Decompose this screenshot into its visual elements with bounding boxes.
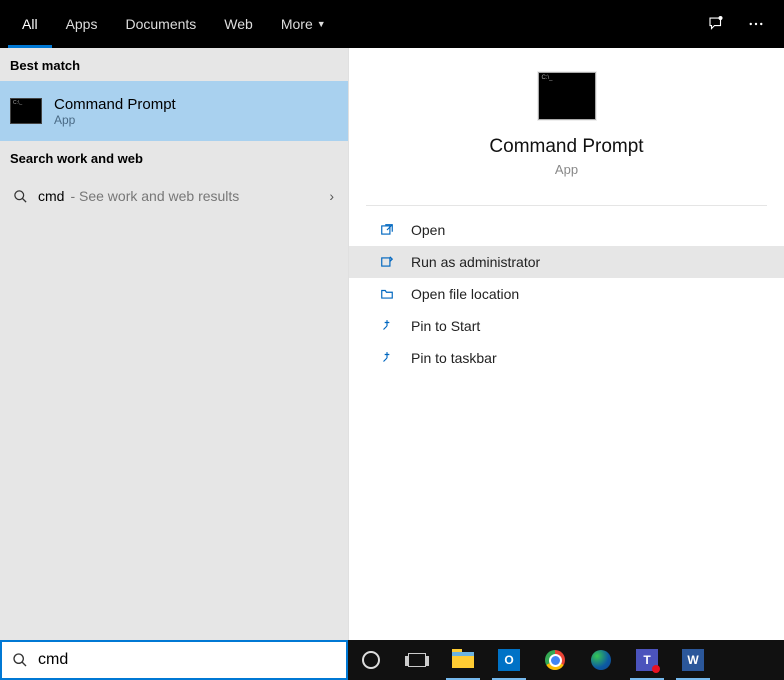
tab-label: Documents [125,16,196,32]
preview-panel: C:\_ Command Prompt App Open Run as admi… [348,48,784,640]
start-search-window: All Apps Documents Web More ▼ Best match… [0,0,784,680]
tab-documents[interactable]: Documents [111,0,210,48]
action-pin-to-taskbar[interactable]: Pin to taskbar [349,342,784,374]
search-filter-tabbar: All Apps Documents Web More ▼ [0,0,784,48]
word-icon: W [682,649,704,671]
results-panel: Best match C:\_ Command Prompt App Searc… [0,48,348,640]
outlook-icon: O [498,649,520,671]
taskview-icon [408,653,426,667]
search-input[interactable] [38,651,338,669]
edge-icon [591,650,611,670]
best-match-header: Best match [0,48,348,81]
tab-apps[interactable]: Apps [52,0,112,48]
search-icon [10,652,30,668]
folder-icon [379,286,395,302]
best-match-result[interactable]: C:\_ Command Prompt App [0,81,348,141]
search-icon [10,189,30,204]
action-label: Pin to Start [411,318,480,334]
more-options-icon[interactable] [736,0,776,48]
action-run-as-admin[interactable]: Run as administrator [349,246,784,278]
divider [366,205,766,206]
web-desc: - See work and web results [70,188,239,204]
action-label: Pin to taskbar [411,350,497,366]
work-web-header: Search work and web [0,141,348,174]
bottom-row: O T W [0,640,784,680]
preview-subtitle: App [555,162,578,177]
feedback-icon[interactable] [696,0,736,48]
tab-label: Web [224,16,253,32]
open-icon [379,222,395,238]
file-explorer-button[interactable] [440,640,486,680]
teams-button[interactable]: T [624,640,670,680]
result-subtitle: App [54,113,176,127]
web-query: cmd [38,188,64,204]
task-view-button[interactable] [394,640,440,680]
teams-icon: T [636,649,658,671]
tab-more[interactable]: More ▼ [267,0,340,48]
action-open[interactable]: Open [349,214,784,246]
tab-label: Apps [66,16,98,32]
action-open-file-location[interactable]: Open file location [349,278,784,310]
preview-title: Command Prompt [489,136,643,158]
action-pin-to-start[interactable]: Pin to Start [349,310,784,342]
web-result-row[interactable]: cmd - See work and web results › [0,174,348,218]
result-title: Command Prompt [54,96,176,113]
best-match-text: Command Prompt App [54,96,176,127]
admin-icon [379,254,395,270]
search-box-container [0,640,348,680]
explorer-icon [452,652,474,668]
chevron-down-icon: ▼ [317,19,326,29]
outlook-button[interactable]: O [486,640,532,680]
pin-icon [379,318,395,334]
tab-all[interactable]: All [8,0,52,48]
word-button[interactable]: W [670,640,716,680]
edge-button[interactable] [578,640,624,680]
cmd-icon: C:\_ [10,98,42,124]
search-bar[interactable] [0,640,348,680]
cmd-preview-icon: C:\_ [538,72,596,120]
pin-icon [379,350,395,366]
cortana-icon [362,651,380,669]
action-label: Open [411,222,445,238]
cortana-button[interactable] [348,640,394,680]
tab-web[interactable]: Web [210,0,267,48]
tab-label: All [22,16,38,32]
chevron-right-icon: › [329,188,338,204]
chrome-icon [545,650,565,670]
preview-actions: Open Run as administrator Open file loca… [349,214,784,374]
tab-label: More [281,16,313,32]
action-label: Run as administrator [411,254,540,270]
action-label: Open file location [411,286,519,302]
taskbar: O T W [348,640,784,680]
search-content: Best match C:\_ Command Prompt App Searc… [0,48,784,640]
chrome-button[interactable] [532,640,578,680]
